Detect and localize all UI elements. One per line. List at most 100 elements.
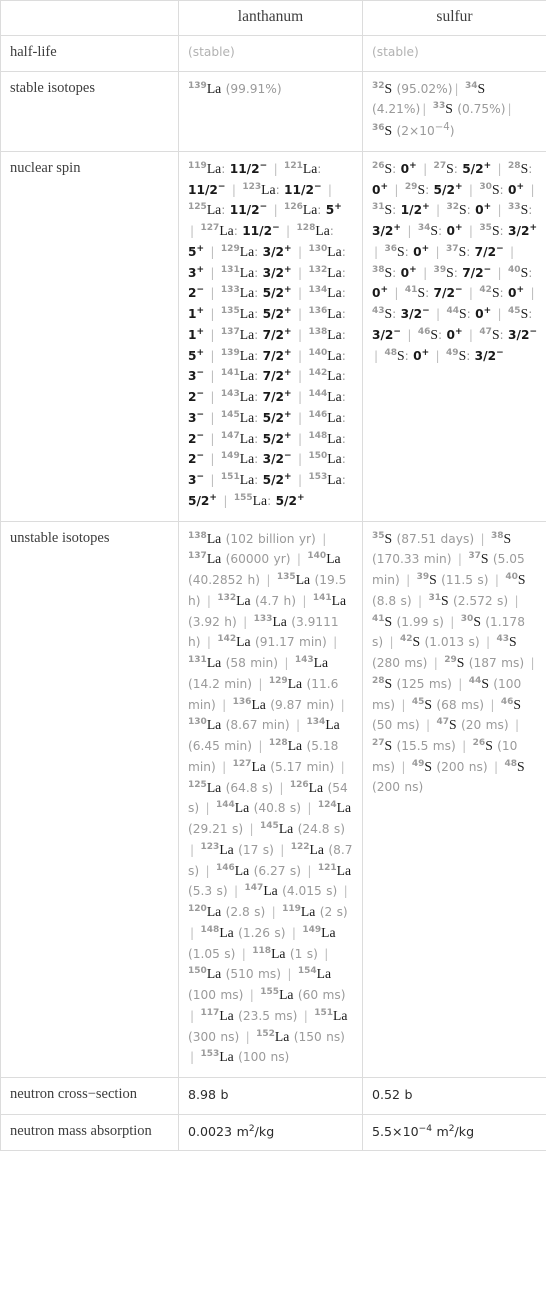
spin-value: 0+ xyxy=(372,285,389,301)
half-life-value: (5.3 s) xyxy=(188,884,228,899)
isotope-s42: 42S xyxy=(479,285,500,301)
separator: | xyxy=(249,988,254,1003)
isotope-s30: 30S xyxy=(460,613,481,629)
half-life-lanthanum: (stable) xyxy=(178,35,363,72)
separator: | xyxy=(287,967,292,982)
isotope-s26: 26S xyxy=(472,738,493,754)
separator: | xyxy=(307,801,312,816)
isotope-la155: 155La xyxy=(260,987,294,1003)
table-row-neutron-mass-absorption: neutron mass absorption 0.0023 m2/kg 5.5… xyxy=(0,1113,546,1152)
spin-value: 7/2+ xyxy=(262,326,292,342)
separator: | xyxy=(210,327,215,342)
separator: | xyxy=(297,286,303,301)
isotope-s49: 49S xyxy=(411,758,432,774)
half-life-value: (150 ns) xyxy=(293,1029,345,1044)
separator: | xyxy=(394,182,399,197)
separator: | xyxy=(497,203,502,218)
spin-value: 2− xyxy=(188,430,205,446)
separator: | xyxy=(401,759,406,774)
half-life-value: (2 s) xyxy=(319,905,348,920)
table-row-unstable-isotopes: unstable isotopes 138La (102 billion yr)… xyxy=(0,520,546,1079)
separator: | xyxy=(210,452,215,467)
isotope-la133: 133La xyxy=(253,613,287,629)
separator: | xyxy=(205,801,210,816)
isotope-s43: 43S xyxy=(372,306,393,322)
number: 5.5×10 xyxy=(372,1123,419,1139)
separator: | xyxy=(324,946,329,961)
isotope-s40: 40S xyxy=(508,264,529,280)
separator: | xyxy=(210,390,215,405)
separator: | xyxy=(394,286,399,301)
half-life-value: (170.33 min) xyxy=(372,552,452,567)
isotope-s43: 43S xyxy=(496,634,517,650)
isotope-s30: 30S xyxy=(479,181,500,197)
spin-value: 5/2+ xyxy=(262,409,292,425)
isotope-s32: 32S xyxy=(446,202,467,218)
value-text: 5.5×10−4 m2/kg xyxy=(372,1124,474,1139)
half-life-value: (8.8 s) xyxy=(372,593,412,608)
isotope-s33: 33S xyxy=(508,202,529,218)
isotope-s38: 38S xyxy=(490,530,512,546)
half-life-value: (200 ns) xyxy=(372,779,424,794)
separator: | xyxy=(258,676,263,691)
separator: | xyxy=(210,348,215,363)
isotope-s34: 34S xyxy=(465,80,486,96)
table-header-row: lanthanum sulfur xyxy=(0,0,546,36)
isotope-la146: 146La xyxy=(308,409,342,425)
isotope-la143: 143La xyxy=(220,389,255,405)
isotope-s32: 32S xyxy=(372,80,393,96)
isotope-la151: 151La xyxy=(314,1007,348,1023)
spin-value: 7/2− xyxy=(474,243,504,259)
separator: | xyxy=(333,635,338,650)
separator: | xyxy=(458,676,463,691)
half-life-value: (510 ms) xyxy=(225,967,281,982)
isotope-s27: 27S xyxy=(433,160,454,176)
spin-value: 3/2− xyxy=(508,326,538,342)
separator: | xyxy=(401,697,406,712)
spin-value: 3/2+ xyxy=(508,223,538,239)
separator: | xyxy=(210,410,215,425)
spin-value: 5+ xyxy=(325,202,342,218)
unstable-isotopes-lanthanum: 138La (102 billion yr) | 137La (60000 yr… xyxy=(178,520,363,1079)
spin-value: 5+ xyxy=(188,243,205,259)
half-life-value: (60000 yr) xyxy=(225,552,291,567)
separator: | xyxy=(490,697,495,712)
separator: | xyxy=(468,224,474,239)
separator: | xyxy=(205,863,210,878)
separator: | xyxy=(530,182,535,197)
half-life-value: (40.8 s) xyxy=(253,801,301,816)
isotope-s31: 31S xyxy=(372,202,393,218)
separator: | xyxy=(322,531,327,546)
spin-value: 5/2+ xyxy=(275,492,305,508)
half-life-value: (187 ms) xyxy=(468,656,525,671)
isotope-s36: 36S xyxy=(384,243,405,259)
isotope-la153: 153La xyxy=(308,472,342,488)
isotope-la130: 130La xyxy=(188,717,222,733)
separator: | xyxy=(210,244,215,259)
isotope-la134: 134La xyxy=(306,717,340,733)
isotope-la124: 124La xyxy=(317,800,352,816)
spin-value: 5/2+ xyxy=(262,430,292,446)
isotope-s35: 35S xyxy=(479,223,500,239)
isotope-s47: 47S xyxy=(479,326,500,342)
separator: | xyxy=(297,431,303,446)
spin-value: 5/2+ xyxy=(188,492,217,508)
isotope-la120: 120La xyxy=(188,904,222,920)
isotope-s44: 44S xyxy=(468,675,489,691)
isotope-la122: 122La xyxy=(290,841,324,857)
spin-value: 1/2+ xyxy=(400,202,430,218)
isotope-s46: 46S xyxy=(500,696,522,712)
isotope-la128: 128La xyxy=(268,738,303,754)
separator: | xyxy=(468,182,474,197)
separator: | xyxy=(190,925,195,940)
value-text: 0.52 b xyxy=(372,1087,413,1103)
separator: | xyxy=(436,203,441,218)
isotope-la139: 139La xyxy=(188,80,222,96)
stable-isotopes-lanthanum: 139La (99.91%) xyxy=(178,70,363,152)
isotope-la135: 135La xyxy=(220,306,255,322)
separator: | xyxy=(343,884,348,899)
half-life-value: (1 s) xyxy=(289,946,318,961)
spin-value: 3− xyxy=(188,368,205,384)
half-life-value: (2.8 s) xyxy=(225,905,266,920)
separator: | xyxy=(206,635,211,650)
